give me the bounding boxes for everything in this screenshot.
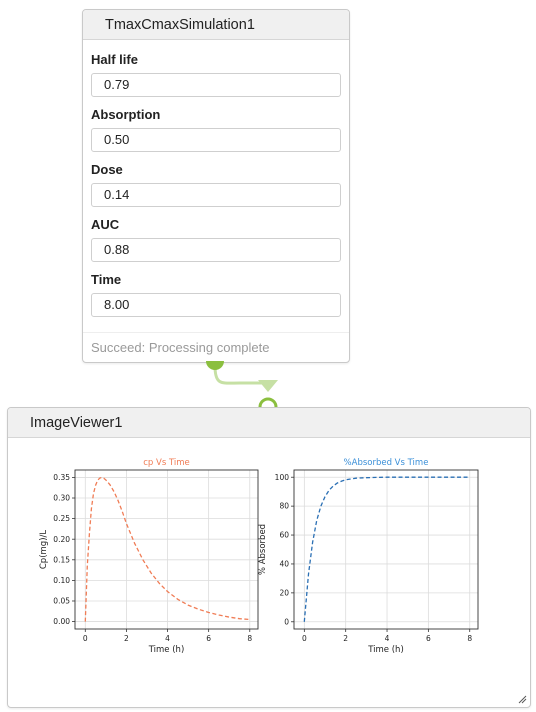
resize-handle-icon[interactable] <box>518 695 527 704</box>
abs-ytick-label-4: 80 <box>279 502 289 511</box>
cp-ytick-label-6: 0.30 <box>53 494 70 503</box>
abs-y-axis-label: % Absorbed <box>258 524 268 575</box>
connector-line[interactable] <box>213 365 262 385</box>
image-viewer-content: 0 2 4 6 8 0.00 0.05 0.10 0.15 0.20 0.25 0.30 0.35 cp … <box>39 458 479 655</box>
cp-xtick-label-3: 6 <box>206 634 211 643</box>
input-port[interactable] <box>258 397 278 408</box>
output-port[interactable] <box>206 361 224 370</box>
cp-xtick-label-1: 2 <box>124 634 129 643</box>
cp-y-axis-label: Cp(mg)/L <box>39 530 49 570</box>
abs-xtick-label-4: 8 <box>467 634 472 643</box>
abs-ytick-label-0: 0 <box>284 617 289 626</box>
abs-ytick-label-3: 60 <box>279 531 289 540</box>
abs-xtick-label-3: 6 <box>426 634 431 643</box>
image-viewer-node[interactable]: ImageViewer1 0 2 4 6 8 0.00 0.05 0.10 0.15 0.20 0.… <box>7 407 531 708</box>
abs-chart-title: %Absorbed Vs Time <box>344 458 429 468</box>
image-viewer-header[interactable]: ImageViewer1 <box>8 408 530 438</box>
cp-xtick-label-2: 4 <box>165 634 170 643</box>
cp-ytick-label-2: 0.10 <box>53 576 70 585</box>
cp-xtick-label-0: 0 <box>83 634 88 643</box>
cp-plot-frame <box>74 469 259 630</box>
cp-ytick-label-4: 0.20 <box>53 535 70 544</box>
cp-x-axis-label: Time (h) <box>148 645 185 655</box>
cp-ytick-label-7: 0.35 <box>53 473 70 482</box>
cp-xtick-label-4: 8 <box>247 634 252 643</box>
abs-ytick-label-5: 100 <box>275 473 290 482</box>
cp-ytick-label-1: 0.05 <box>53 597 70 606</box>
cp-ytick-label-0: 0.00 <box>53 617 70 626</box>
cp-ytick-label-5: 0.25 <box>53 514 70 523</box>
abs-x-axis-label: Time (h) <box>367 645 404 655</box>
abs-xtick-label-2: 4 <box>385 634 390 643</box>
abs-xtick-label-0: 0 <box>302 634 307 643</box>
abs-xtick-label-1: 2 <box>343 634 348 643</box>
connector-arrow <box>258 380 278 392</box>
connector-layer <box>206 361 278 408</box>
image-viewer-title: ImageViewer1 <box>30 414 123 431</box>
abs-ytick-label-1: 20 <box>279 588 289 597</box>
abs-ytick-label-2: 40 <box>279 560 289 569</box>
cp-ytick-label-3: 0.15 <box>53 555 70 564</box>
abs-plot-frame <box>293 469 479 630</box>
cp-chart-title: cp Vs Time <box>143 458 190 468</box>
